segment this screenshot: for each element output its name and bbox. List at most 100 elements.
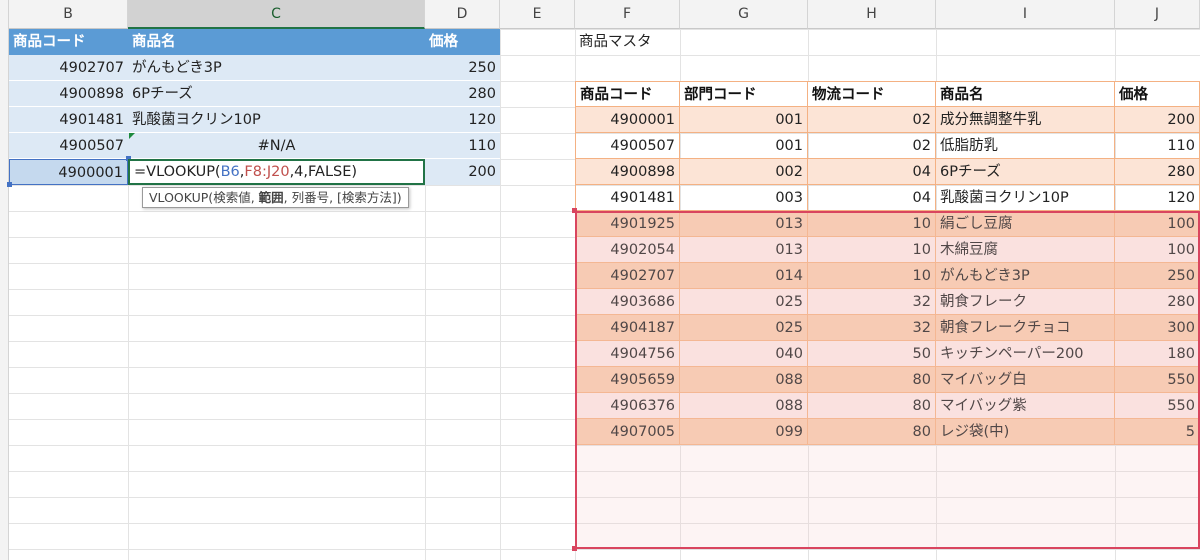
master-cell-logi[interactable]: 32	[808, 289, 936, 315]
master-cell-name[interactable]: キッチンペーパー200	[936, 341, 1115, 367]
master-cell-code[interactable]: 4907005	[575, 419, 680, 445]
function-signature-tooltip[interactable]: VLOOKUP(検索値, 範囲, 列番号, [検索方法])	[142, 187, 409, 208]
master-cell-name[interactable]: 低脂肪乳	[936, 133, 1115, 159]
lookup-header-code[interactable]: 商品コード	[9, 29, 128, 55]
lookup-row3-price[interactable]: 120	[425, 107, 500, 133]
master-cell-dept[interactable]: 088	[680, 367, 808, 393]
master-cell-dept[interactable]: 099	[680, 419, 808, 445]
column-header-d[interactable]: D	[425, 0, 500, 29]
master-cell-price[interactable]: 5	[1115, 419, 1200, 445]
master-cell-logi[interactable]: 02	[808, 133, 936, 159]
lookup-row5-code[interactable]: 4900001	[9, 159, 128, 185]
master-cell-code[interactable]: 4906376	[575, 393, 680, 419]
master-cell-logi[interactable]: 50	[808, 341, 936, 367]
master-cell-dept[interactable]: 002	[680, 159, 808, 185]
lookup-row2-name[interactable]: 6Pチーズ	[128, 81, 425, 107]
master-cell-logi[interactable]: 10	[808, 263, 936, 289]
master-cell-name[interactable]: 木綿豆腐	[936, 237, 1115, 263]
lookup-row4-name-error[interactable]: #N/A	[128, 133, 425, 159]
lookup-header-price[interactable]: 価格	[425, 29, 500, 55]
lookup-row1-code[interactable]: 4902707	[9, 55, 128, 81]
master-header-name[interactable]: 商品名	[936, 81, 1115, 107]
tooltip-function-name[interactable]: VLOOKUP(	[149, 190, 213, 205]
master-cell-dept[interactable]: 025	[680, 315, 808, 341]
master-cell-name[interactable]: 朝食フレーク	[936, 289, 1115, 315]
master-cell-price[interactable]: 280	[1115, 289, 1200, 315]
tooltip-param-range-active[interactable]: 範囲	[259, 190, 284, 205]
lookup-row2-code[interactable]: 4900898	[9, 81, 128, 107]
master-cell-dept[interactable]: 025	[680, 289, 808, 315]
column-header-f[interactable]: F	[575, 0, 680, 29]
master-cell-name[interactable]: マイバッグ紫	[936, 393, 1115, 419]
master-cell-logi[interactable]: 10	[808, 211, 936, 237]
master-cell-price[interactable]: 550	[1115, 393, 1200, 419]
master-cell-dept[interactable]: 001	[680, 133, 808, 159]
master-cell-name[interactable]: 乳酸菌ヨクリン10P	[936, 185, 1115, 211]
master-cell-code[interactable]: 4900898	[575, 159, 680, 185]
master-title[interactable]: 商品マスタ	[575, 29, 775, 55]
master-cell-price[interactable]: 100	[1115, 237, 1200, 263]
column-header-g[interactable]: G	[680, 0, 808, 29]
master-cell-price[interactable]: 200	[1115, 107, 1200, 133]
master-cell-code[interactable]: 4901481	[575, 185, 680, 211]
master-cell-code[interactable]: 4900001	[575, 107, 680, 133]
master-cell-logi[interactable]: 32	[808, 315, 936, 341]
master-cell-code[interactable]: 4902707	[575, 263, 680, 289]
lookup-row4-code[interactable]: 4900507	[9, 133, 128, 159]
master-header-code[interactable]: 商品コード	[575, 81, 680, 107]
master-cell-logi[interactable]: 04	[808, 159, 936, 185]
master-cell-code[interactable]: 4901925	[575, 211, 680, 237]
lookup-row3-code[interactable]: 4901481	[9, 107, 128, 133]
lookup-row4-price[interactable]: 110	[425, 133, 500, 159]
master-cell-dept[interactable]: 001	[680, 107, 808, 133]
column-header-i[interactable]: I	[936, 0, 1115, 29]
master-cell-name[interactable]: 6Pチーズ	[936, 159, 1115, 185]
master-cell-name[interactable]: 朝食フレークチョコ	[936, 315, 1115, 341]
master-cell-dept[interactable]: 088	[680, 393, 808, 419]
master-cell-price[interactable]: 250	[1115, 263, 1200, 289]
master-cell-name[interactable]: レジ袋(中)	[936, 419, 1115, 445]
master-cell-price[interactable]: 300	[1115, 315, 1200, 341]
master-cell-price[interactable]: 550	[1115, 367, 1200, 393]
range-handle[interactable]	[7, 182, 12, 187]
row-header-gutter[interactable]	[0, 0, 9, 560]
master-cell-name[interactable]: 絹ごし豆腐	[936, 211, 1115, 237]
master-cell-logi[interactable]: 80	[808, 393, 936, 419]
master-cell-price[interactable]: 280	[1115, 159, 1200, 185]
master-cell-code[interactable]: 4904187	[575, 315, 680, 341]
column-header-j[interactable]: J	[1115, 0, 1200, 29]
master-header-price[interactable]: 価格	[1115, 81, 1200, 107]
master-header-logistics[interactable]: 物流コード	[808, 81, 936, 107]
tooltip-param-rest[interactable]: , 列番号, [検索方法])	[284, 190, 402, 205]
column-header-c[interactable]: C	[128, 0, 425, 29]
master-header-dept[interactable]: 部門コード	[680, 81, 808, 107]
master-cell-logi[interactable]: 10	[808, 237, 936, 263]
master-cell-name[interactable]: がんもどき3P	[936, 263, 1115, 289]
lookup-row5-price[interactable]: 200	[425, 159, 500, 185]
lookup-row1-price[interactable]: 250	[425, 55, 500, 81]
master-cell-dept[interactable]: 013	[680, 237, 808, 263]
master-cell-price[interactable]: 180	[1115, 341, 1200, 367]
formula-edit-cell[interactable]: =VLOOKUP(B6,F8:J20,4,FALSE)	[128, 159, 425, 185]
master-cell-code[interactable]: 4900507	[575, 133, 680, 159]
master-cell-dept[interactable]: 013	[680, 211, 808, 237]
master-cell-code[interactable]: 4904756	[575, 341, 680, 367]
column-header-e[interactable]: E	[500, 0, 575, 29]
master-cell-price[interactable]: 110	[1115, 133, 1200, 159]
lookup-header-name[interactable]: 商品名	[128, 29, 425, 55]
master-cell-price[interactable]: 120	[1115, 185, 1200, 211]
master-cell-dept[interactable]: 014	[680, 263, 808, 289]
master-cell-logi[interactable]: 80	[808, 419, 936, 445]
column-header-h[interactable]: H	[808, 0, 936, 29]
master-cell-name[interactable]: マイバッグ白	[936, 367, 1115, 393]
master-cell-code[interactable]: 4903686	[575, 289, 680, 315]
master-cell-name[interactable]: 成分無調整牛乳	[936, 107, 1115, 133]
range-handle[interactable]	[572, 546, 577, 551]
master-cell-logi[interactable]: 80	[808, 367, 936, 393]
master-cell-code[interactable]: 4902054	[575, 237, 680, 263]
master-cell-logi[interactable]: 02	[808, 107, 936, 133]
master-cell-code[interactable]: 4905659	[575, 367, 680, 393]
lookup-row2-price[interactable]: 280	[425, 81, 500, 107]
master-cell-dept[interactable]: 003	[680, 185, 808, 211]
range-handle[interactable]	[572, 208, 577, 213]
